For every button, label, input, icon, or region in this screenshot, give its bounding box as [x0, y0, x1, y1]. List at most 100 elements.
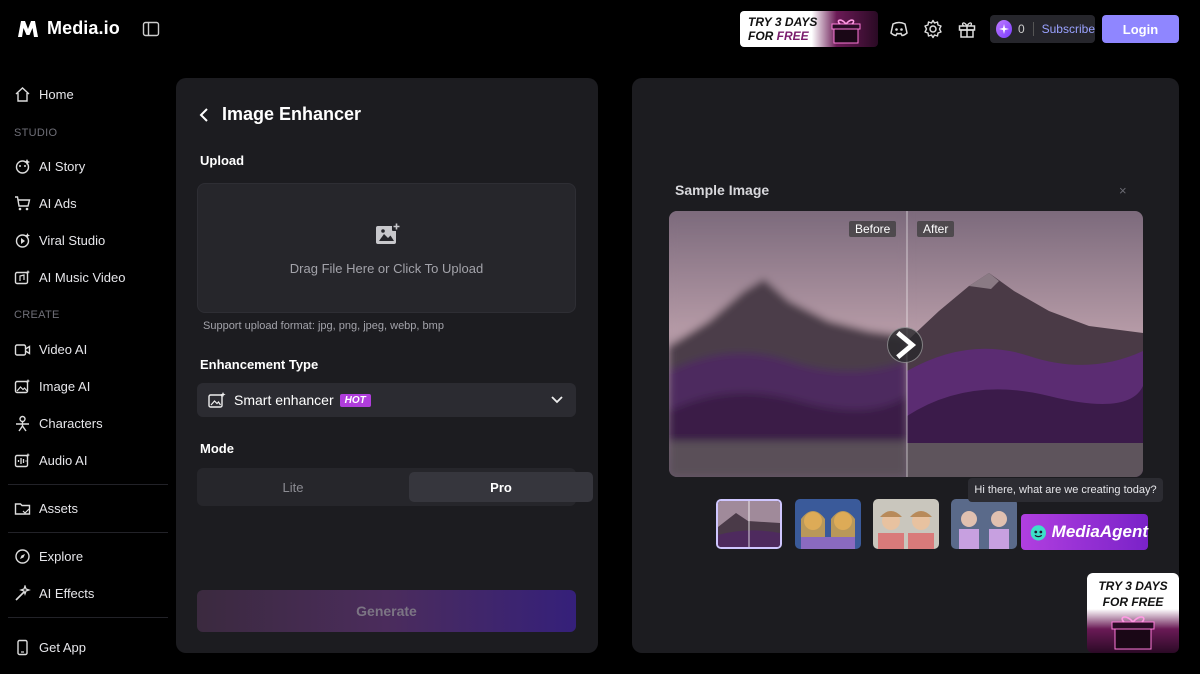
- thumbnail-image: [873, 499, 939, 549]
- sidebar-item-image-ai[interactable]: Image AI: [14, 376, 90, 396]
- folder-icon: [14, 502, 31, 515]
- chevron-down-icon: [551, 396, 563, 404]
- logo-mark-icon: [18, 20, 38, 37]
- sidebar-section-studio: STUDIO: [14, 127, 58, 139]
- sidebar-divider: [8, 617, 168, 618]
- sidebar-item-label: Home: [39, 86, 74, 102]
- trial-promo-banner[interactable]: TRY 3 DAYS FOR FREE: [740, 11, 878, 47]
- upload-label: Upload: [200, 153, 245, 168]
- float-promo-line-1: TRY 3 DAYS: [1098, 579, 1168, 593]
- sidebar-item-label: AI Effects: [39, 585, 95, 601]
- chevron-right-icon: [896, 330, 917, 360]
- sidebar-item-label: Audio AI: [39, 452, 88, 468]
- sidebar-item-ai-story[interactable]: AI Story: [14, 156, 85, 176]
- sidebar-item-assets[interactable]: Assets: [14, 498, 78, 518]
- compass-icon: [15, 548, 30, 564]
- app-logo[interactable]: Media.io: [17, 18, 120, 39]
- gift-box-icon: [1111, 616, 1155, 650]
- close-icon[interactable]: ×: [1119, 183, 1127, 198]
- promo-line-2: FOR FREE: [748, 29, 809, 43]
- sample-thumbnail-landscape[interactable]: [716, 499, 782, 549]
- hot-badge: HOT: [339, 393, 371, 407]
- upload-format-hint: Support upload format: jpg, png, jpeg, w…: [203, 320, 444, 332]
- split-handle[interactable]: [887, 327, 923, 363]
- credits-separator: [1032, 22, 1034, 36]
- generate-button[interactable]: Generate: [197, 590, 576, 632]
- thumbnail-image: [718, 501, 780, 547]
- before-label: Before: [849, 221, 897, 237]
- back-arrow-icon[interactable]: [198, 107, 210, 123]
- add-image-icon: [376, 222, 401, 244]
- sidebar-toggle-icon[interactable]: [142, 20, 160, 38]
- character-icon: [16, 415, 29, 431]
- sidebar-item-ai-music-video[interactable]: AI Music Video: [14, 267, 125, 287]
- sidebar-item-characters[interactable]: Characters: [14, 413, 103, 433]
- sidebar-item-home[interactable]: Home: [14, 84, 74, 104]
- float-promo-line-2: FOR FREE: [1102, 595, 1164, 609]
- cart-icon: [15, 195, 31, 210]
- page-title: Image Enhancer: [198, 104, 361, 125]
- sample-thumbnail-portrait-3[interactable]: [951, 499, 1017, 549]
- sample-thumbnail-portrait-2[interactable]: [873, 499, 939, 549]
- sidebar-item-label: AI Story: [39, 158, 86, 174]
- audio-icon: [14, 452, 30, 467]
- phone-icon: [17, 639, 28, 655]
- gift-box-icon: [831, 19, 861, 44]
- after-label: After: [917, 221, 955, 237]
- sidebar-item-label: Explore: [39, 548, 84, 564]
- sidebar-item-label: Video AI: [39, 341, 88, 357]
- enhancement-type-value: Smart enhancer: [234, 392, 334, 408]
- sidebar-divider: [8, 484, 168, 485]
- sidebar-item-ai-ads[interactable]: AI Ads: [14, 193, 77, 213]
- promo-line-1: TRY 3 DAYS: [748, 15, 818, 29]
- upload-dropzone[interactable]: Drag File Here or Click To Upload: [197, 183, 576, 313]
- enhance-image-icon: [208, 392, 226, 408]
- agent-greeting-tooltip: Hi there, what are we creating today?: [968, 478, 1163, 502]
- sidebar-item-label: Viral Studio: [39, 232, 106, 248]
- sidebar-item-viral-studio[interactable]: Viral Studio: [14, 230, 105, 250]
- thumbnail-image: [951, 499, 1017, 549]
- sidebar-item-ai-effects[interactable]: AI Effects: [14, 583, 94, 603]
- music-video-icon: [14, 269, 30, 284]
- agent-mascot-icon: [1030, 525, 1046, 541]
- app-name: Media.io: [47, 18, 120, 38]
- sidebar-divider: [8, 532, 168, 533]
- sidebar-item-label: Assets: [39, 500, 79, 516]
- gift-icon[interactable]: [957, 19, 977, 39]
- media-agent-button[interactable]: MediaAgent: [1021, 514, 1148, 550]
- video-icon: [14, 343, 31, 356]
- before-after-comparison[interactable]: Before After: [669, 211, 1143, 477]
- gear-icon[interactable]: [923, 19, 943, 39]
- sidebar-item-audio-ai[interactable]: Audio AI: [14, 450, 87, 470]
- sidebar-item-label: AI Music Video: [39, 269, 126, 285]
- sidebar-item-video-ai[interactable]: Video AI: [14, 339, 87, 359]
- sample-panel: Sample Image × Before After Hi there, wh…: [632, 78, 1179, 653]
- image-icon: [14, 378, 30, 393]
- story-icon: [15, 158, 30, 174]
- sidebar-section-create: CREATE: [14, 309, 60, 321]
- floating-trial-promo[interactable]: TRY 3 DAYS FOR FREE: [1087, 573, 1179, 653]
- enhancement-type-select[interactable]: Smart enhancer HOT: [197, 383, 576, 417]
- mode-label: Mode: [200, 441, 234, 456]
- viral-icon: [15, 232, 30, 248]
- subscribe-link[interactable]: Subscribe: [1042, 22, 1095, 36]
- discord-icon[interactable]: [889, 19, 909, 39]
- credits-widget[interactable]: 0 Subscribe: [990, 15, 1095, 43]
- mode-option-lite[interactable]: Lite: [201, 472, 385, 502]
- mode-option-pro[interactable]: Pro: [409, 472, 593, 502]
- sample-title: Sample Image: [675, 182, 770, 198]
- tool-panel: Image Enhancer Upload Drag File Here or …: [176, 78, 598, 653]
- sidebar-item-explore[interactable]: Explore: [14, 546, 83, 566]
- sidebar-item-label: Characters: [39, 415, 103, 431]
- enhancement-type-label: Enhancement Type: [200, 357, 319, 372]
- sidebar-item-get-app[interactable]: Get App: [14, 637, 86, 657]
- credits-count: 0: [1018, 22, 1025, 36]
- upload-instruction: Drag File Here or Click To Upload: [289, 261, 484, 276]
- sidebar-item-label: Get App: [39, 639, 86, 655]
- login-button[interactable]: Login: [1102, 15, 1179, 43]
- credit-coin-icon: [996, 20, 1013, 38]
- sample-thumbnail-portrait-1[interactable]: [795, 499, 861, 549]
- mode-toggle: Lite Pro: [197, 468, 593, 506]
- page-title-text: Image Enhancer: [222, 104, 362, 124]
- thumbnail-image: [795, 499, 861, 549]
